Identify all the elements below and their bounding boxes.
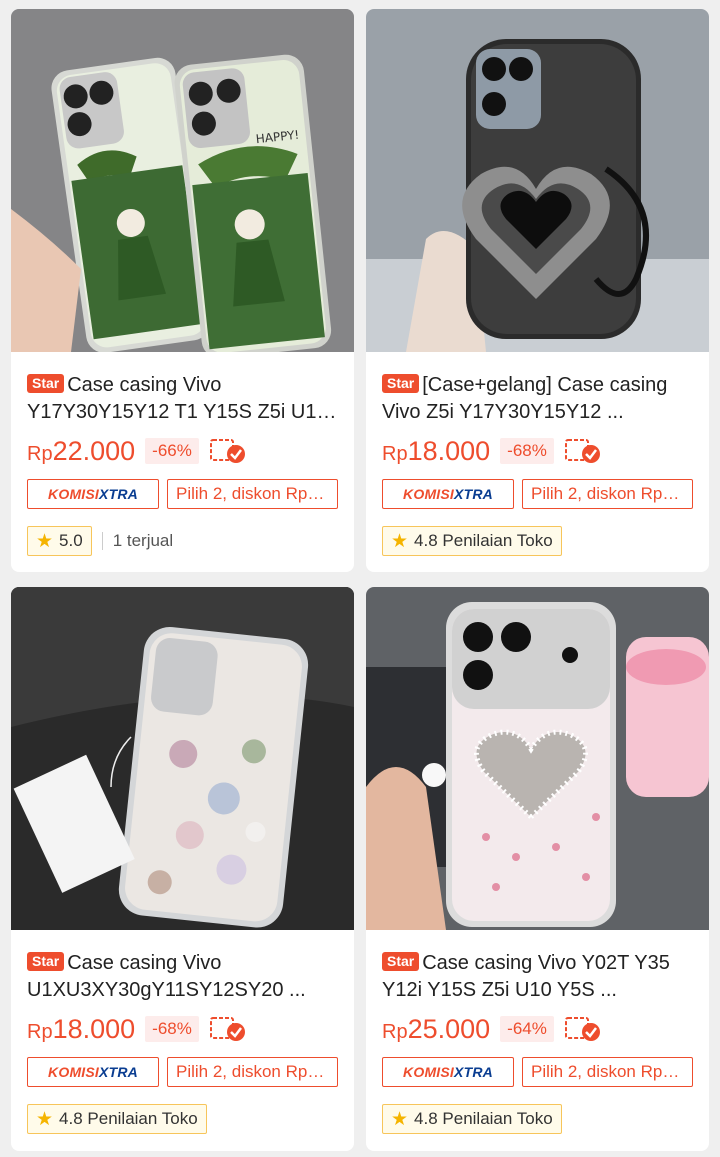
product-price: Rp18.000 bbox=[382, 435, 491, 466]
product-image[interactable] bbox=[366, 9, 709, 352]
star-badge: Star bbox=[382, 374, 420, 393]
product-photo-floral-case bbox=[11, 587, 354, 930]
cod-icon bbox=[564, 1014, 604, 1044]
cod-icon bbox=[564, 436, 604, 466]
komisi-xtra-label: KOMISI XTRA bbox=[382, 1057, 514, 1087]
rating-badge: ★ 4.8 Penilaian Toko bbox=[27, 1104, 207, 1134]
discount-badge: -64% bbox=[500, 1016, 554, 1042]
product-image[interactable] bbox=[366, 587, 709, 930]
star-icon: ★ bbox=[36, 1108, 54, 1130]
star-icon: ★ bbox=[36, 530, 54, 552]
komisi-xtra-label: KOMISI XTRA bbox=[27, 479, 159, 509]
product-photo-pink-heart-mirror-case bbox=[366, 587, 709, 930]
cod-icon bbox=[209, 1014, 249, 1044]
product-title[interactable]: Star Case casing Vivo Y02T Y35 Y12i Y15S … bbox=[382, 950, 693, 1004]
product-price: Rp22.000 bbox=[27, 435, 136, 466]
product-card-3[interactable]: Star Case casing Vivo U1XU3XY30gY11SY12SY… bbox=[11, 587, 354, 1151]
product-image[interactable]: HAPPY! bbox=[11, 9, 354, 352]
star-badge: Star bbox=[27, 952, 65, 971]
discount-badge: -66% bbox=[145, 438, 199, 464]
promo-label: Pilih 2, diskon Rp1.000 bbox=[522, 479, 693, 509]
rating-badge: ★ 4.8 Penilaian Toko bbox=[382, 526, 562, 556]
product-photo-black-heart-case bbox=[366, 9, 709, 352]
product-card-1[interactable]: HAPPY! Star Case casing Vivo Y17Y30Y15Y12… bbox=[11, 9, 354, 572]
star-icon: ★ bbox=[391, 1108, 409, 1130]
promo-label: Pilih 2, diskon Rp1.000 bbox=[167, 1057, 338, 1087]
discount-badge: -68% bbox=[500, 438, 554, 464]
star-badge: Star bbox=[382, 952, 420, 971]
discount-badge: -68% bbox=[145, 1016, 199, 1042]
product-card-4[interactable]: Star Case casing Vivo Y02T Y35 Y12i Y15S … bbox=[366, 587, 709, 1151]
star-badge: Star bbox=[27, 374, 65, 393]
product-title[interactable]: Star Case casing Vivo Y17Y30Y15Y12 T1 Y15… bbox=[27, 372, 338, 426]
sold-count: 1 terjual bbox=[101, 532, 173, 550]
product-photo-green-bow-case: HAPPY! bbox=[11, 9, 354, 352]
product-price: Rp25.000 bbox=[382, 1013, 491, 1044]
rating-badge: ★ 5.0 bbox=[27, 526, 92, 556]
product-card-2[interactable]: Star [Case+gelang] Case casing Vivo Z5i Y… bbox=[366, 9, 709, 572]
komisi-xtra-label: KOMISI XTRA bbox=[382, 479, 514, 509]
rating-badge: ★ 4.8 Penilaian Toko bbox=[382, 1104, 562, 1134]
product-title[interactable]: Star Case casing Vivo U1XU3XY30gY11SY12SY… bbox=[27, 950, 338, 1004]
cod-icon bbox=[209, 436, 249, 466]
promo-label: Pilih 2, diskon Rp1.000 bbox=[167, 479, 338, 509]
star-icon: ★ bbox=[391, 530, 409, 552]
product-price: Rp18.000 bbox=[27, 1013, 136, 1044]
product-image[interactable] bbox=[11, 587, 354, 930]
komisi-xtra-label: KOMISI XTRA bbox=[27, 1057, 159, 1087]
product-title[interactable]: Star [Case+gelang] Case casing Vivo Z5i Y… bbox=[382, 372, 693, 426]
promo-label: Pilih 2, diskon Rp1.000 bbox=[522, 1057, 693, 1087]
